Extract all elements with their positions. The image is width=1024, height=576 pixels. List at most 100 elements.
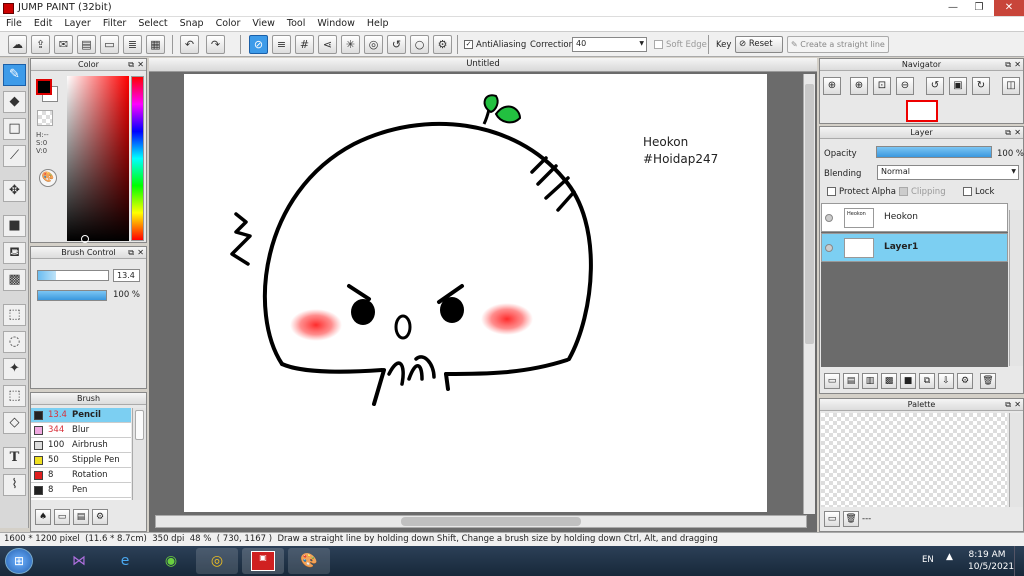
clipping-checkbox[interactable]: Clipping [899, 187, 946, 197]
menu-color[interactable]: Color [210, 17, 247, 31]
reset-view-icon[interactable]: ▣ [949, 77, 967, 95]
canvas-tab[interactable]: Untitled [149, 58, 817, 72]
gradient-tool-icon[interactable]: ▩ [3, 269, 26, 291]
language-indicator[interactable]: EN [922, 555, 934, 565]
undock-icon[interactable]: ⧉ [1005, 400, 1011, 409]
layer-opacity-slider[interactable] [876, 146, 992, 158]
brush-tool-icon[interactable]: ✎ [3, 64, 26, 86]
bucket-tool-icon[interactable]: ⛾ [3, 242, 26, 264]
layer-row-heokon[interactable]: Heokon Heokon [821, 203, 1008, 232]
minimize-button[interactable]: — [940, 0, 966, 16]
maximize-button[interactable]: ❐ [966, 0, 992, 16]
brush-item-pen[interactable]: 8 Pen [31, 483, 131, 498]
jump-paint-icon[interactable]: ▣ [242, 548, 284, 574]
brush-shape-icon[interactable]: ♠ [35, 509, 51, 525]
perspective-icon[interactable]: ⋖ [318, 35, 337, 54]
brush-size-value[interactable]: 13.4 [113, 269, 140, 282]
start-button[interactable]: ⊞ [5, 548, 33, 574]
navigator-preview[interactable] [906, 100, 938, 122]
undock-icon[interactable]: ⧉ [128, 60, 134, 69]
scroll-thumb[interactable] [401, 517, 581, 526]
correction-dropdown[interactable]: 40 ▼ [572, 37, 647, 52]
tray-arrow-icon[interactable]: ▲ [946, 552, 953, 562]
palette-icon[interactable]: 🎨 [39, 169, 57, 187]
menu-tool[interactable]: Tool [281, 17, 311, 31]
fill-rect-tool-icon[interactable]: ■ [3, 215, 26, 237]
close-button[interactable]: ✕ [994, 0, 1024, 16]
rectangle-tool-icon[interactable]: □ [3, 118, 26, 140]
saturation-value-picker[interactable] [67, 76, 129, 241]
snap-off-icon[interactable]: ⊘ [249, 35, 268, 54]
visual-studio-icon[interactable]: ⋈ [58, 548, 100, 574]
parallel-lines-icon[interactable]: ≡ [272, 35, 291, 54]
zoom-in-icon[interactable]: ⊕ [850, 77, 868, 95]
menu-window[interactable]: Window [311, 17, 360, 31]
folder-icon[interactable]: ■ [900, 373, 916, 389]
layer-settings-icon[interactable]: ⚙ [957, 373, 973, 389]
palette-scrollbar[interactable] [1009, 413, 1023, 507]
zoom-out-icon[interactable]: ⊖ [896, 77, 914, 95]
curve-icon[interactable]: ↺ [387, 35, 406, 54]
new-layer-icon[interactable]: ▭ [824, 373, 840, 389]
layer-list-scrollbar[interactable] [1009, 210, 1023, 366]
move-tool-icon[interactable]: ✥ [3, 180, 26, 202]
palette-swatches[interactable] [821, 413, 1007, 507]
undock-icon[interactable]: ⧉ [128, 248, 134, 257]
menu-view[interactable]: View [246, 17, 281, 31]
magic-wand-tool-icon[interactable]: ✦ [3, 358, 26, 380]
blending-dropdown[interactable]: Normal ▼ [877, 165, 1019, 180]
brush-item-stipple-pen[interactable]: 50 Stipple Pen [31, 453, 131, 468]
undo-icon[interactable]: ↶ [180, 35, 199, 54]
menu-filter[interactable]: Filter [97, 17, 133, 31]
rotate-right-icon[interactable]: ↻ [972, 77, 990, 95]
internet-explorer-icon[interactable]: e [104, 548, 146, 574]
brush-item-rotation-symm[interactable]: 8Rotation Symm [31, 468, 131, 494]
lock-checkbox[interactable]: Lock [963, 187, 994, 197]
layer-visibility-icon[interactable] [825, 214, 833, 222]
menu-layer[interactable]: Layer [58, 17, 97, 31]
message-icon[interactable]: ▤ [77, 35, 96, 54]
rotate-left-icon[interactable]: ↺ [926, 77, 944, 95]
eraser-tool-icon[interactable]: ◆ [3, 91, 26, 113]
new-folder-layer-icon[interactable]: ▥ [862, 373, 878, 389]
undock-icon[interactable]: ⧉ [1005, 128, 1011, 137]
comment-icon[interactable]: ✉ [54, 35, 73, 54]
page-icon[interactable]: ▭ [100, 35, 119, 54]
drawing-canvas[interactable]: Heokon #Hoidap247 [184, 74, 767, 512]
brush-item-blur[interactable]: 344 Blur [31, 423, 131, 438]
crosshatch-icon[interactable]: # [295, 35, 314, 54]
select-eraser-tool-icon[interactable]: ◇ [3, 412, 26, 434]
redo-icon[interactable]: ↷ [206, 35, 225, 54]
select-rect-tool-icon[interactable]: ⬚ [3, 304, 26, 326]
new-palette-icon[interactable]: ▭ [824, 511, 840, 527]
share-icon[interactable]: ⇪ [31, 35, 50, 54]
menu-select[interactable]: Select [132, 17, 173, 31]
close-icon[interactable]: ✕ [137, 60, 144, 69]
flip-icon[interactable]: ◫ [1002, 77, 1020, 95]
close-icon[interactable]: ✕ [137, 248, 144, 257]
grid-icon[interactable]: ▦ [146, 35, 165, 54]
merge-layer-icon[interactable]: ⇩ [938, 373, 954, 389]
menu-help[interactable]: Help [361, 17, 395, 31]
duplicate-layer-icon[interactable]: ⧉ [919, 373, 935, 389]
menu-file[interactable]: File [0, 17, 28, 31]
brush-list-scrollbar[interactable] [132, 408, 146, 500]
new-brush-icon[interactable]: ▭ [54, 509, 70, 525]
eyedropper-tool-icon[interactable]: ⌇ [3, 474, 26, 496]
close-icon[interactable]: ✕ [1014, 400, 1021, 409]
coccoc-icon[interactable]: ◉ [150, 548, 192, 574]
scroll-thumb[interactable] [135, 410, 144, 440]
hue-slider[interactable] [131, 76, 144, 241]
screentone-layer-icon[interactable]: ▩ [881, 373, 897, 389]
zoom-icon[interactable]: ⊕ [823, 77, 841, 95]
brush-opacity-slider[interactable] [37, 290, 107, 301]
new-raster-layer-icon[interactable]: ▤ [843, 373, 859, 389]
close-icon[interactable]: ✕ [1014, 128, 1021, 137]
reset-button[interactable]: ⊘ Reset [735, 36, 783, 53]
settings-icon[interactable]: ⚙ [433, 35, 452, 54]
canvas-horizontal-scrollbar[interactable] [155, 515, 807, 528]
circle-icon[interactable]: ○ [410, 35, 429, 54]
close-icon[interactable]: ✕ [1014, 60, 1021, 69]
delete-palette-icon[interactable]: 🗑 [843, 511, 859, 527]
radial-icon[interactable]: ✳ [341, 35, 360, 54]
